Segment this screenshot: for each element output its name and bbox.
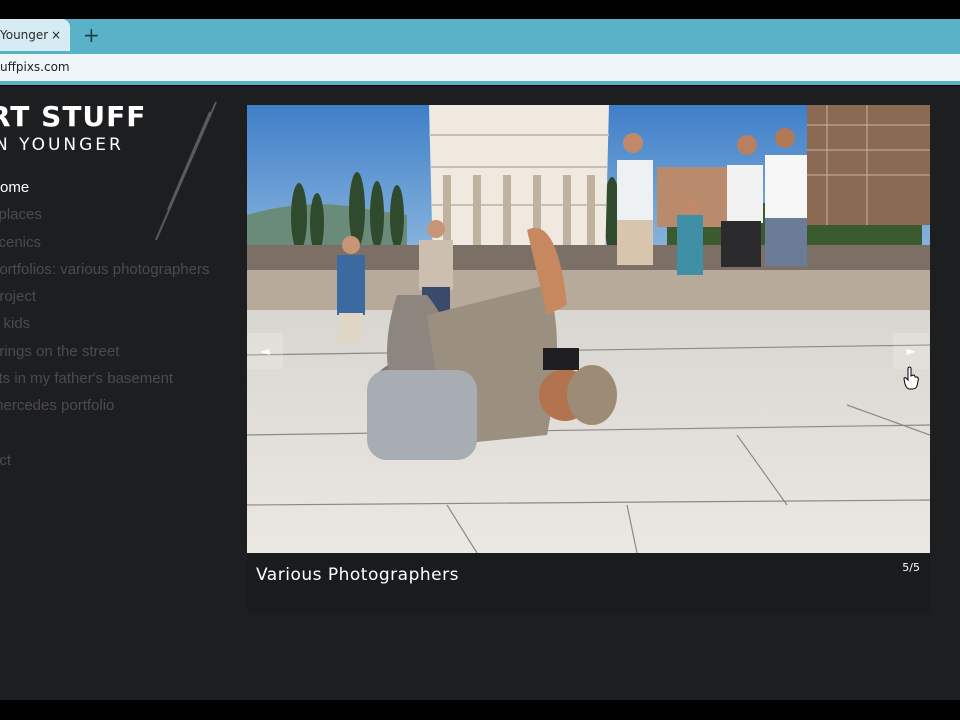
url-field[interactable]: uffpixs.com [0, 54, 960, 81]
nav-item-blank [0, 420, 245, 447]
nav-item-kids[interactable]: o kids [0, 310, 245, 337]
url-text: uffpixs.com [0, 60, 70, 74]
address-bar: uffpixs.com [0, 51, 960, 85]
nav-item-places[interactable]: l places [0, 201, 245, 228]
slide-counter: 5/5 [902, 561, 920, 574]
nav-item-project[interactable]: project [0, 283, 245, 310]
tab-bar: Younger × + [0, 19, 960, 51]
slide-caption-bar: Various Photographers 5/5 [247, 553, 930, 613]
close-tab-icon[interactable]: × [51, 19, 61, 51]
site-title[interactable]: RT STUFF [0, 100, 146, 133]
hand-cursor-icon [903, 366, 919, 390]
page: RT STUFF N YOUNGER ome l places scenics … [0, 86, 960, 700]
tab-title: Younger [0, 28, 48, 42]
bottom-bar [0, 700, 960, 720]
site-nav: ome l places scenics portfolios: various… [0, 174, 245, 474]
nav-item-home[interactable]: ome [0, 174, 245, 201]
browser-tab[interactable]: Younger × [0, 19, 70, 51]
slideshow-image[interactable] [247, 105, 930, 553]
nav-item-contact[interactable]: act [0, 447, 245, 474]
nav-item-basement[interactable]: cts in my father's basement [0, 365, 245, 392]
site-subtitle: N YOUNGER [0, 135, 124, 155]
nav-item-scenics[interactable]: scenics [0, 229, 245, 256]
previous-slide-button[interactable]: ◄ [247, 333, 283, 369]
slide-caption: Various Photographers [256, 565, 459, 585]
nav-item-portfolios[interactable]: portfolios: various photographers [0, 256, 245, 283]
nav-item-street[interactable]: erings on the street [0, 338, 245, 365]
nav-item-mercedes[interactable]: mercedes portfolio [0, 392, 245, 419]
new-tab-icon[interactable]: + [83, 19, 100, 51]
next-slide-button[interactable]: ► [893, 333, 929, 369]
